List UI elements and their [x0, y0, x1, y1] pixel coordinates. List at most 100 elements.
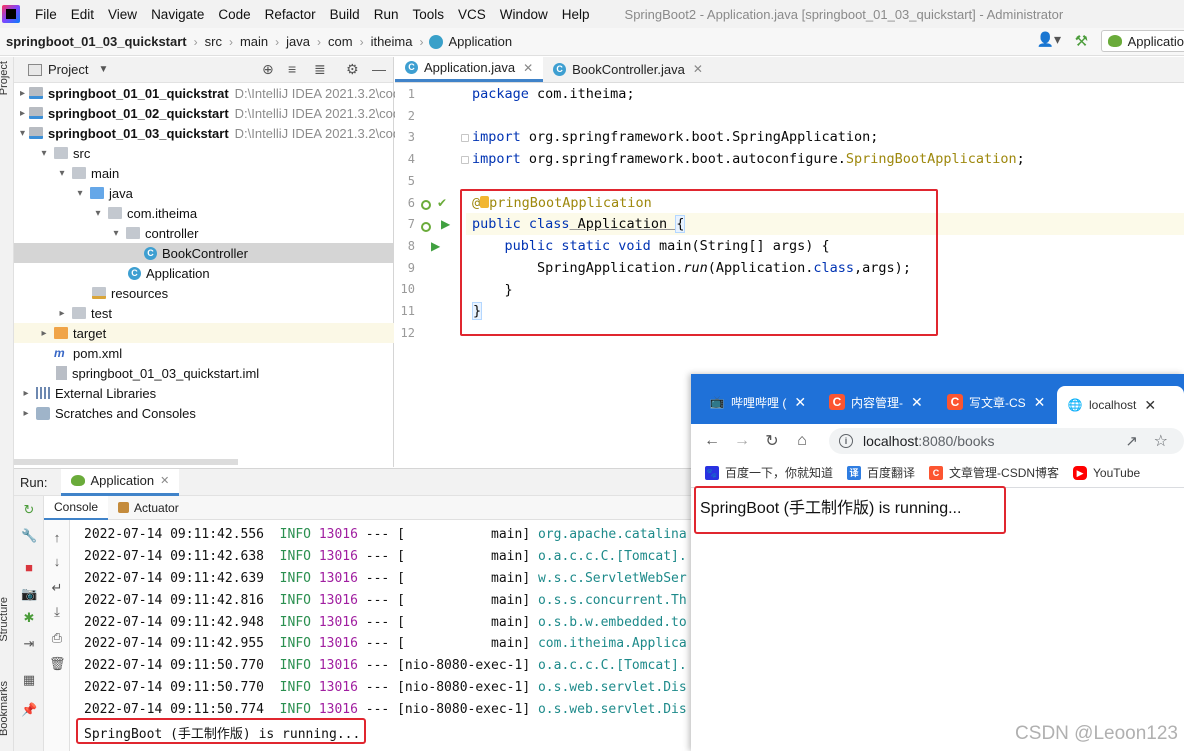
fold-icon[interactable] [461, 156, 469, 164]
sidebar-tab-project[interactable]: Project [0, 61, 10, 95]
menu-code[interactable]: Code [211, 7, 257, 22]
chevron-right-icon[interactable]: ▸ [38, 328, 50, 339]
tree-item-module-03[interactable]: ▾ springboot_01_03_quickstart D:\Intelli… [14, 123, 400, 143]
chevron-right-icon[interactable]: ▸ [20, 388, 32, 399]
arrow-down-icon[interactable]: ↓ [49, 554, 65, 570]
tab-bookcontroller-java[interactable]: C BookController.java ✕ [543, 56, 713, 82]
chevron-down-icon[interactable]: ▾ [20, 128, 25, 139]
chevron-down-icon[interactable]: ▾ [92, 208, 104, 219]
leaf-gutter-icon[interactable]: ✔ [437, 196, 447, 210]
reload-icon[interactable]: ↻ [757, 431, 787, 451]
menu-tools[interactable]: Tools [405, 7, 451, 22]
breadcrumb-com[interactable]: com [326, 34, 355, 49]
chevron-right-icon[interactable]: ▸ [20, 88, 25, 99]
breadcrumb-itheima[interactable]: itheima [369, 34, 415, 49]
trash-icon[interactable]: 🗑 [49, 656, 66, 672]
rerun-icon[interactable]: ↻ [21, 502, 37, 518]
arrow-up-icon[interactable]: ↑ [49, 530, 65, 546]
breadcrumb-application[interactable]: Application [447, 34, 515, 49]
close-icon[interactable]: ✕ [693, 62, 703, 76]
close-icon[interactable]: ✕ [1144, 397, 1156, 414]
layout-icon[interactable]: ▦ [21, 672, 37, 688]
print-icon[interactable]: ⎙ [49, 630, 65, 646]
close-icon[interactable]: ✕ [1034, 394, 1046, 411]
tree-item-src[interactable]: ▾ src [14, 143, 394, 163]
soft-wrap-icon[interactable]: ↵ [49, 580, 65, 596]
tree-item-scratches[interactable]: ▸ Scratches and Consoles [14, 403, 394, 423]
stop-icon[interactable]: ■ [21, 560, 37, 576]
code-line-1[interactable]: package com.itheima; [472, 86, 635, 102]
tree-item-target[interactable]: ▸ target [14, 323, 394, 343]
project-panel-title[interactable]: Project [48, 62, 88, 77]
tab-console[interactable]: Console [44, 495, 109, 520]
browser-tab-bilibili[interactable]: 📺 哔哩哔哩 ( ✕ [709, 388, 807, 416]
menu-file[interactable]: File [28, 7, 64, 22]
spring-bean-gutter-icon[interactable] [421, 200, 431, 210]
tree-item-pom[interactable]: m pom.xml [14, 343, 394, 363]
menu-view[interactable]: View [101, 7, 144, 22]
menu-build[interactable]: Build [323, 7, 367, 22]
wrench-icon[interactable]: 🔧 [21, 528, 37, 544]
browser-tab-csdn-content[interactable]: C 内容管理- ✕ [829, 388, 923, 416]
expand-all-icon[interactable]: ≡ [288, 61, 296, 77]
close-icon[interactable]: ✕ [160, 474, 169, 487]
menu-help[interactable]: Help [555, 7, 597, 22]
tree-item-package[interactable]: ▾ com.itheima [14, 203, 394, 223]
run-gutter-icon[interactable]: ▶ [441, 217, 450, 231]
chevron-down-icon[interactable]: ▾ [74, 188, 86, 199]
fold-icon[interactable] [461, 134, 469, 142]
debug-icon[interactable]: ✱ [21, 610, 37, 626]
bookmark-baidu-translate[interactable]: 译 百度翻译 [847, 464, 915, 481]
tree-item-application[interactable]: C Application [14, 263, 394, 283]
tree-item-java[interactable]: ▾ java [14, 183, 394, 203]
forward-icon[interactable]: → [727, 432, 757, 450]
tab-application-java[interactable]: C Application.java ✕ [395, 56, 544, 82]
spring-bean-gutter-icon[interactable] [421, 222, 431, 232]
menu-vcs[interactable]: VCS [451, 7, 493, 22]
tree-item-module-01[interactable]: ▸ springboot_01_01_quickstrat D:\Intelli… [14, 83, 400, 103]
tree-item-resources[interactable]: resources [14, 283, 394, 303]
gear-icon[interactable]: ⚙ [346, 61, 359, 78]
hammer-icon[interactable]: ⚒ [1075, 32, 1095, 50]
chevron-down-icon[interactable]: ▼ [98, 64, 108, 75]
browser-tab-csdn-write[interactable]: C 写文章-CS ✕ [947, 388, 1045, 416]
breadcrumb-src[interactable]: src [203, 34, 224, 49]
breadcrumb-java[interactable]: java [284, 34, 312, 49]
collapse-all-icon[interactable]: ≣ [314, 61, 326, 78]
user-icon[interactable]: 👤▾ [1037, 31, 1061, 51]
locate-icon[interactable]: ⊕ [262, 61, 274, 78]
home-icon[interactable]: ⌂ [787, 432, 817, 450]
minimize-icon[interactable]: — [372, 61, 386, 77]
chevron-down-icon[interactable]: ▾ [56, 168, 68, 179]
breadcrumb-main[interactable]: main [238, 34, 270, 49]
chevron-right-icon[interactable]: ▸ [20, 108, 25, 119]
tab-actuator[interactable]: Actuator [108, 496, 189, 520]
tree-item-controller[interactable]: ▾ controller [14, 223, 394, 243]
scroll-to-end-icon[interactable]: ⤓ [49, 604, 65, 620]
sidebar-tab-bookmarks[interactable]: Bookmarks [0, 681, 10, 736]
tree-item-bookcontroller[interactable]: C BookController [14, 243, 394, 263]
address-bar[interactable]: i localhost:8080/books ↗ ☆ [829, 428, 1184, 454]
bookmark-youtube[interactable]: ▶ YouTube [1073, 465, 1140, 480]
tree-item-main[interactable]: ▾ main [14, 163, 394, 183]
browser-tab-localhost[interactable]: 🌐 localhost ✕ [1057, 386, 1184, 424]
horizontal-scrollbar[interactable] [14, 459, 238, 465]
close-icon[interactable]: ✕ [794, 394, 806, 411]
menu-edit[interactable]: Edit [64, 7, 101, 22]
camera-icon[interactable]: 📷 [21, 586, 37, 602]
chevron-down-icon[interactable]: ▾ [110, 228, 122, 239]
tree-item-external-libraries[interactable]: ▸ External Libraries [14, 383, 394, 403]
pin-icon[interactable]: 📌 [21, 702, 37, 718]
bookmark-csdn[interactable]: C 文章管理-CSDN博客 [929, 464, 1059, 481]
menu-navigate[interactable]: Navigate [144, 7, 211, 22]
chevron-right-icon[interactable]: ▸ [20, 408, 32, 419]
sidebar-tab-structure[interactable]: Structure [0, 597, 10, 642]
menu-refactor[interactable]: Refactor [258, 7, 323, 22]
code-line-4[interactable]: import org.springframework.boot.autoconf… [472, 151, 1025, 167]
share-icon[interactable]: ↗ [1125, 432, 1138, 450]
tree-item-test[interactable]: ▸ test [14, 303, 394, 323]
run-config-selector[interactable]: Applicatio [1100, 30, 1184, 52]
close-icon[interactable]: ✕ [911, 394, 923, 411]
star-icon[interactable]: ☆ [1154, 431, 1168, 451]
menu-run[interactable]: Run [367, 7, 406, 22]
